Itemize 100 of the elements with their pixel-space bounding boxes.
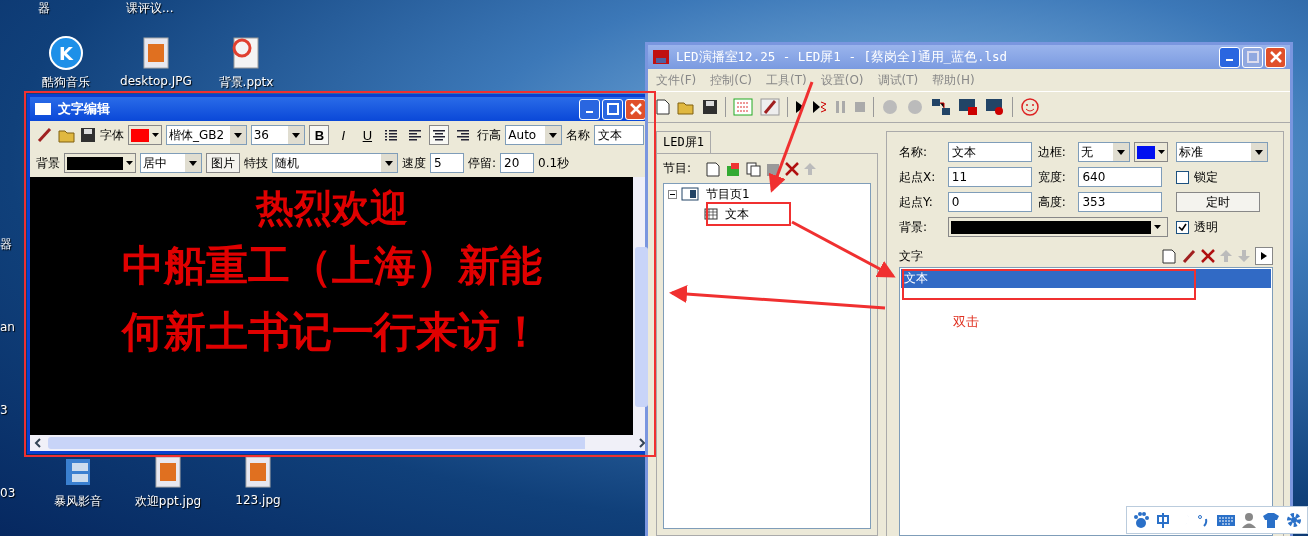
app-logo-icon (652, 49, 670, 65)
delete-icon[interactable] (1201, 249, 1215, 263)
led-preview-canvas[interactable]: 热烈欢迎 中船重工（上海）新能 何新土书记一行来访！ (30, 177, 633, 435)
format-button[interactable]: U (357, 125, 378, 145)
caret-icon[interactable] (1158, 150, 1166, 154)
tree-item[interactable]: 节目页1 (703, 185, 753, 203)
x-label: 起点X: (899, 168, 937, 186)
font-dropdown[interactable]: 楷体_GB2 (166, 125, 247, 145)
format-button[interactable]: B (309, 125, 330, 145)
font-color-picker[interactable] (128, 125, 162, 145)
desktop-icon-label: 123.jpg (235, 493, 281, 507)
led-text-line: 中船重工（上海）新能 (121, 240, 542, 292)
keyboard-icon[interactable] (1216, 513, 1236, 527)
effect-label: 特技 (244, 154, 268, 172)
desktop-icon-label: 03 (0, 486, 16, 500)
name-field[interactable]: 文本 (593, 125, 644, 145)
step-icon[interactable] (812, 100, 828, 114)
paw-icon[interactable] (1132, 511, 1150, 529)
document-icon[interactable] (230, 36, 262, 70)
name-field[interactable]: 文本 (947, 142, 1032, 162)
pen-icon[interactable] (36, 126, 54, 144)
text-list-item[interactable]: 文本 (901, 269, 1271, 288)
shirt-icon[interactable] (1262, 512, 1280, 528)
background-color-picker[interactable] (947, 217, 1169, 237)
line-height-dropdown[interactable]: Auto (505, 125, 562, 145)
pen-icon[interactable] (1181, 248, 1197, 264)
play-icon[interactable] (1260, 251, 1268, 261)
new-page-icon[interactable] (1161, 248, 1177, 264)
scroll-right-icon[interactable] (636, 437, 648, 449)
background-label: 背景 (36, 154, 60, 172)
vertical-scrollbar[interactable] (635, 247, 648, 407)
y-field[interactable]: 0 (947, 192, 1032, 212)
screen-tab[interactable]: LED屏1 (656, 131, 711, 153)
desktop-icon-label: 课评议... (126, 0, 174, 17)
image-file-icon[interactable] (142, 36, 170, 70)
speed-field[interactable]: 5 (430, 153, 464, 173)
desktop-icon-label: 暴风影音 (54, 493, 102, 510)
new-item-icon[interactable] (725, 160, 742, 177)
style-dropdown[interactable]: 标准 (1176, 142, 1269, 162)
play-icon[interactable] (795, 100, 805, 114)
close-icon[interactable] (629, 103, 642, 115)
line-height-label: 行高 (477, 126, 502, 144)
picture-button[interactable]: 图片 (206, 153, 240, 173)
lock-checkbox[interactable] (1176, 170, 1190, 184)
width-label: 宽度: (1037, 168, 1067, 186)
settings-icon[interactable] (1286, 512, 1302, 528)
width-field[interactable]: 640 (1078, 167, 1163, 187)
border-color-picker[interactable] (1134, 142, 1169, 162)
minimize-button[interactable] (579, 98, 600, 120)
close-button[interactable] (625, 98, 646, 120)
timer-button[interactable]: 定时 (1176, 192, 1261, 212)
user-icon[interactable] (1242, 512, 1256, 528)
collapse-toggle-icon[interactable] (668, 189, 677, 199)
desktop-icon-label: 欢迎ppt.jpg (134, 493, 202, 510)
minimize-button[interactable] (1219, 46, 1240, 68)
border-dropdown[interactable]: 无 (1078, 142, 1131, 162)
new-page-icon[interactable] (705, 160, 722, 177)
height-label: 高度: (1037, 193, 1067, 211)
punctuation-icon[interactable] (1196, 512, 1210, 528)
caret-icon[interactable] (152, 133, 159, 137)
transparent-label: 透明 (1194, 218, 1219, 236)
open-folder-icon[interactable] (677, 99, 695, 115)
caret-icon[interactable] (126, 161, 133, 165)
position-dropdown[interactable]: 居中 (140, 153, 202, 173)
caret-icon[interactable] (1153, 225, 1161, 229)
scroll-left-icon[interactable] (32, 437, 44, 449)
transparent-checkbox[interactable] (1176, 220, 1190, 234)
network-icon[interactable] (931, 98, 951, 116)
save-icon[interactable] (702, 99, 718, 115)
border-label: 边框: (1037, 143, 1067, 161)
effect-dropdown[interactable]: 随机 (272, 153, 398, 173)
delete-icon[interactable] (785, 161, 800, 176)
height-field[interactable]: 353 (1078, 192, 1163, 212)
play-button[interactable] (1255, 247, 1273, 265)
size-dropdown[interactable]: 36 (250, 125, 306, 145)
desktop-icon-label: 酷狗音乐 (42, 74, 90, 91)
copy-icon[interactable] (745, 160, 762, 177)
monitor-icon[interactable] (985, 98, 1005, 116)
close-icon[interactable] (1269, 51, 1282, 63)
smiley-icon[interactable] (1020, 97, 1040, 117)
close-button[interactable] (1265, 46, 1286, 68)
tree-item[interactable]: 文本 (722, 205, 752, 223)
monitor-lock-icon[interactable] (958, 98, 978, 116)
format-button[interactable]: I (333, 125, 354, 145)
desktop-icon-label: 器 (38, 0, 50, 17)
speed-label: 速度 (402, 154, 426, 172)
window-title: LED演播室12.25 - LED屏1 - [蔡岗全]通用_蓝色.lsd (676, 48, 1008, 66)
font-label: 字体 (100, 126, 124, 144)
background-color-picker[interactable] (64, 153, 136, 173)
image-file-icon[interactable] (154, 455, 182, 489)
x-field[interactable]: 11 (947, 167, 1032, 187)
chinese-mode-icon[interactable] (1156, 512, 1170, 528)
image-file-icon[interactable] (244, 455, 272, 489)
maximize-button[interactable] (602, 98, 623, 120)
stay-field[interactable]: 20 (500, 153, 535, 173)
new-file-icon[interactable] (656, 99, 670, 115)
pen-icon[interactable] (760, 98, 780, 116)
y-label: 起点Y: (899, 193, 934, 211)
save-icon[interactable] (80, 127, 96, 143)
background-label: 背景: (899, 218, 929, 236)
